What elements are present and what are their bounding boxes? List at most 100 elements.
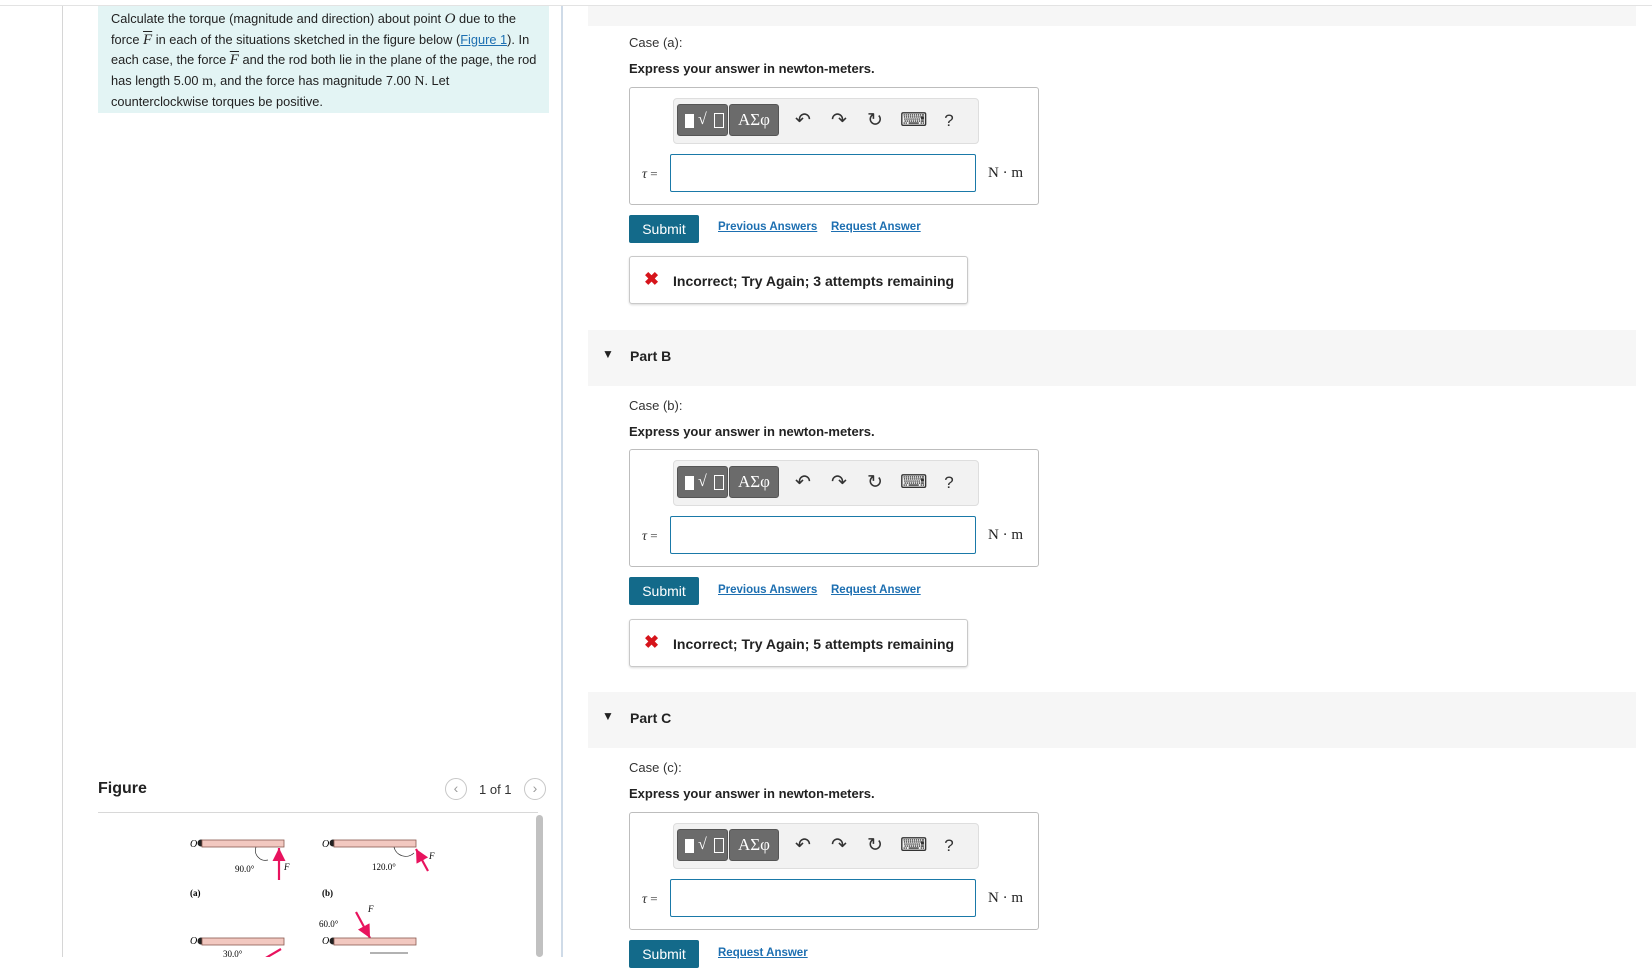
force-arrow-d <box>355 911 371 939</box>
part-b-request-answer-link[interactable]: Request Answer <box>831 584 921 596</box>
keyboard-icon[interactable]: ⌨ <box>900 108 927 134</box>
figure-divider <box>98 812 538 813</box>
torque-figure: O 90.0° F (a) O 120.0° F (b) F 60.0° O O… <box>190 839 435 957</box>
force-label-d: F <box>367 904 374 914</box>
part-a-header-strip <box>588 6 1636 26</box>
case-a-label: (a) <box>190 888 201 898</box>
template-box-icon <box>714 475 724 490</box>
reset-icon[interactable]: ↻ <box>862 108 888 134</box>
point-o-label-a: O <box>190 839 197 850</box>
unit-label: N · m <box>988 527 1023 543</box>
answer-variable-label: τ = <box>642 166 658 182</box>
help-icon[interactable]: ? <box>936 833 962 859</box>
collapse-caret-icon[interactable]: ▼ <box>602 709 614 723</box>
force-arrow-b <box>415 848 429 872</box>
chevron-right-icon[interactable]: › <box>524 778 546 800</box>
redo-icon[interactable]: ↷ <box>826 108 852 134</box>
greek-symbols-button[interactable]: ΑΣφ <box>729 829 779 861</box>
point-o-label-d: O <box>322 936 329 947</box>
part-a-feedback: ✖ Incorrect; Try Again; 3 attempts remai… <box>629 256 968 304</box>
unit-label: N · m <box>988 890 1023 906</box>
answer-variable-label: τ = <box>642 891 658 907</box>
force-label-b: F <box>428 851 435 861</box>
templates-button[interactable]: √ <box>677 829 728 861</box>
angle-label-a: 90.0° <box>235 864 255 874</box>
template-block-icon <box>685 114 694 128</box>
keyboard-icon[interactable]: ⌨ <box>900 470 927 496</box>
pane-splitter[interactable] <box>561 6 563 957</box>
angle-label-b: 120.0° <box>372 862 396 872</box>
problem-text: Calculate the torque (magnitude and dire… <box>111 11 537 109</box>
radical-icon: √ <box>698 836 707 853</box>
unit-label: N · m <box>988 165 1023 181</box>
part-b-instructions: Express your answer in newton-meters. <box>629 424 875 439</box>
angle-arc-b <box>393 846 415 857</box>
part-c-title: Part C <box>630 710 672 726</box>
part-b-feedback: ✖ Incorrect; Try Again; 5 attempts remai… <box>629 619 968 667</box>
part-c-request-answer-link[interactable]: Request Answer <box>718 947 808 959</box>
part-c-answer-box: √ ΑΣφ ↶ ↷ ↻ ⌨ ? τ = N · m <box>629 812 1039 930</box>
template-block-icon <box>685 839 694 853</box>
part-a-request-answer-link[interactable]: Request Answer <box>831 221 921 233</box>
angle-arc-a <box>255 846 269 861</box>
part-a-previous-answers-link[interactable]: Previous Answers <box>718 221 817 233</box>
part-c-submit-button[interactable]: Submit <box>629 940 699 968</box>
part-b-previous-answers-link[interactable]: Previous Answers <box>718 584 817 596</box>
help-icon[interactable]: ? <box>936 470 962 496</box>
figure-title: Figure <box>98 780 147 797</box>
part-b-submit-button[interactable]: Submit <box>629 577 699 605</box>
point-o-label-b: O <box>322 839 329 850</box>
feedback-message: Incorrect; Try Again; 3 attempts remaini… <box>673 273 955 289</box>
part-a-submit-button[interactable]: Submit <box>629 215 699 243</box>
radical-icon: √ <box>698 473 707 490</box>
part-b-case-label: Case (b): <box>629 398 683 413</box>
redo-icon[interactable]: ↷ <box>826 470 852 496</box>
template-box-icon <box>714 838 724 853</box>
chevron-left-icon[interactable]: ‹ <box>445 778 467 800</box>
angle-label-c: 30.0° <box>223 949 243 957</box>
part-c-answer-input[interactable] <box>670 879 976 917</box>
templates-button[interactable]: √ <box>677 466 728 498</box>
undo-icon[interactable]: ↶ <box>790 108 816 134</box>
problem-statement: Calculate the torque (magnitude and dire… <box>98 6 549 113</box>
figure-link[interactable]: Figure 1 <box>460 32 507 47</box>
radical-icon: √ <box>698 111 707 128</box>
left-rail-divider <box>62 6 63 957</box>
part-a-answer-input[interactable] <box>670 154 976 192</box>
point-o-label-c: O <box>190 936 197 947</box>
figure-pager: 1 of 1 <box>479 782 512 797</box>
part-c-math-toolbar: √ ΑΣφ ↶ ↷ ↻ ⌨ ? <box>673 823 979 869</box>
collapse-caret-icon[interactable]: ▼ <box>602 347 614 361</box>
part-a-case-label: Case (a): <box>629 35 683 50</box>
answer-variable-label: τ = <box>642 528 658 544</box>
undo-icon[interactable]: ↶ <box>790 833 816 859</box>
undo-icon[interactable]: ↶ <box>790 470 816 496</box>
redo-icon[interactable]: ↷ <box>826 833 852 859</box>
feedback-message: Incorrect; Try Again; 5 attempts remaini… <box>673 636 955 652</box>
figure-header: Figure ‹ 1 of 1 › <box>98 778 549 810</box>
part-b-header[interactable]: ▼ Part B <box>588 330 1636 386</box>
greek-symbols-button[interactable]: ΑΣφ <box>729 104 779 136</box>
reset-icon[interactable]: ↻ <box>862 470 888 496</box>
reset-icon[interactable]: ↻ <box>862 833 888 859</box>
part-b-answer-input[interactable] <box>670 516 976 554</box>
greek-symbols-button[interactable]: ΑΣφ <box>729 466 779 498</box>
force-label-a: F <box>283 862 290 872</box>
help-icon[interactable]: ? <box>936 108 962 134</box>
templates-button[interactable]: √ <box>677 104 728 136</box>
keyboard-icon[interactable]: ⌨ <box>900 833 927 859</box>
part-a-instructions: Express your answer in newton-meters. <box>629 61 875 76</box>
force-vector-symbol: F <box>143 31 153 48</box>
error-icon: ✖ <box>644 269 660 289</box>
rod-d <box>333 937 417 946</box>
rod-a <box>201 839 285 848</box>
part-c-header[interactable]: ▼ Part C <box>588 692 1636 748</box>
template-box-icon <box>714 113 724 128</box>
part-b-answer-box: √ ΑΣφ ↶ ↷ ↻ ⌨ ? τ = N · m <box>629 449 1039 567</box>
part-b-math-toolbar: √ ΑΣφ ↶ ↷ ↻ ⌨ ? <box>673 460 979 506</box>
template-block-icon <box>685 476 694 490</box>
part-c-case-label: Case (c): <box>629 760 682 775</box>
angle-label-d: 60.0° <box>319 919 339 929</box>
force-arrow-c <box>265 948 282 957</box>
error-icon: ✖ <box>644 632 660 652</box>
